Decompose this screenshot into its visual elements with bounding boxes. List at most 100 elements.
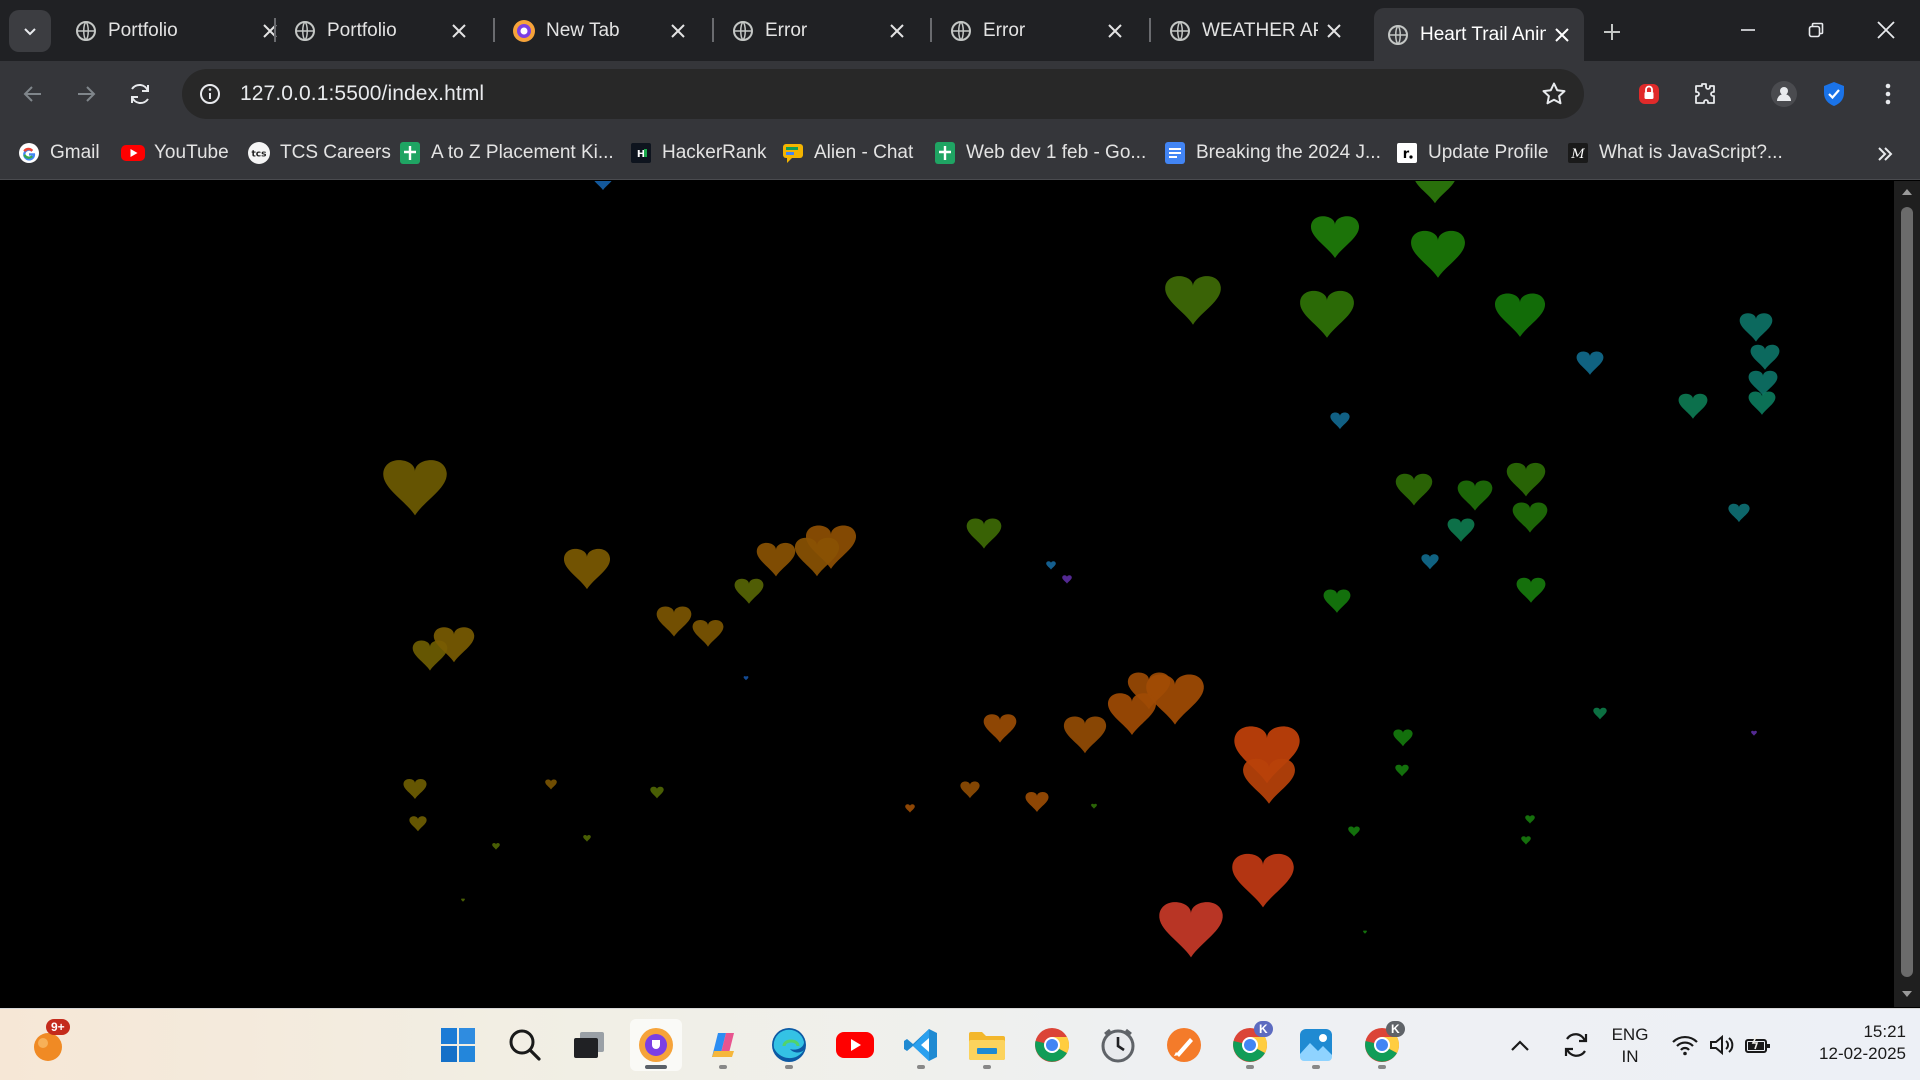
taskbar-chrome-profile-1[interactable]: K [1224,1019,1276,1071]
restore-button[interactable] [1782,0,1850,60]
heart-icon [1506,462,1546,497]
tab-error-1[interactable]: Error [719,8,919,53]
chevron-up-icon [1511,1040,1529,1051]
tab-portfolio-2[interactable]: Portfolio [281,8,481,53]
close-tab-icon[interactable] [881,15,913,47]
clock-tray[interactable]: 15:21 12-02-2025 [1782,1021,1906,1065]
tab-weather-api[interactable]: WEATHER API [1156,8,1356,53]
tab-error-2[interactable]: Error [937,8,1137,53]
running-indicator [1378,1065,1386,1069]
address-bar[interactable]: 127.0.0.1:5500/index.html [182,69,1584,119]
taskbar-chrome-profile-2[interactable]: K [1356,1019,1408,1071]
bookmark-gmail[interactable]: Gmail [17,139,100,167]
sync-tray-button[interactable] [1554,1019,1598,1071]
docs-icon [1163,141,1187,165]
task-view-button[interactable] [563,1019,615,1071]
forward-button[interactable] [64,72,108,116]
language-indicator[interactable]: ENG IN [1602,1024,1658,1068]
bookmark-label: YouTube [154,142,229,163]
close-tab-icon[interactable] [1318,15,1350,47]
extensions-icon[interactable] [1683,72,1727,116]
bookmark-star-icon[interactable] [1534,74,1574,114]
page-scrollbar[interactable] [1894,181,1920,1007]
bookmark-breaking-2024[interactable]: Breaking the 2024 J... [1163,139,1381,167]
taskbar-brave[interactable] [630,1019,682,1071]
heart-icon [1525,815,1535,824]
quick-settings-button[interactable] [1666,1019,1776,1071]
heart-icon [1678,393,1708,419]
running-indicator [1312,1065,1320,1069]
globe-icon [1168,19,1192,43]
bookmark-web-dev[interactable]: Web dev 1 feb - Go... [933,139,1146,167]
heart-icon [1063,716,1107,754]
svg-text:H: H [637,149,645,160]
taskbar-copilot[interactable] [697,1019,749,1071]
tab-search-button[interactable] [9,10,51,52]
google-icon [17,141,41,165]
tab-title: Heart Trail Animation [1420,23,1546,45]
more-menu-icon[interactable] [1866,72,1910,116]
site-info-icon[interactable] [190,74,230,114]
url-text[interactable]: 127.0.0.1:5500/index.html [240,82,484,106]
widgets-button[interactable]: 9+ [22,1019,74,1071]
taskbar-vscode[interactable] [895,1019,947,1071]
heart-icon [1750,344,1780,370]
running-indicator [719,1065,727,1069]
heart-icon [1421,554,1439,570]
heart-icon [1457,480,1493,511]
bookmark-hackerrank[interactable]: H HackerRank [629,139,767,167]
taskbar-clock[interactable] [1092,1019,1144,1071]
task-view-icon [574,1032,604,1058]
search-button[interactable] [499,1019,551,1071]
taskbar-photos[interactable] [1290,1019,1342,1071]
scroll-up-arrow-icon[interactable] [1900,185,1914,199]
show-hidden-icons-button[interactable] [1500,1019,1540,1071]
bookmark-tcs-careers[interactable]: tcs TCS Careers [247,139,391,167]
minimize-button[interactable] [1714,0,1782,60]
sheets-icon [933,141,957,165]
close-window-button[interactable] [1852,0,1920,60]
tab-heart-trail[interactable]: Heart Trail Animation [1374,8,1584,61]
profile-icon[interactable] [1762,72,1806,116]
taskbar-youtube[interactable] [829,1019,881,1071]
taskbar-edge[interactable] [763,1019,815,1071]
taskbar-paint[interactable] [1158,1019,1210,1071]
tcs-icon: tcs [247,141,271,165]
vscode-icon [904,1029,937,1061]
password-manager-icon[interactable] [1627,72,1671,116]
more-bookmarks-icon[interactable] [1870,139,1900,169]
back-button[interactable] [11,72,55,116]
start-button[interactable] [432,1019,484,1071]
taskbar: 9+ K K ENG IN 15:21 12-02-2025 [0,1008,1920,1080]
bookmark-youtube[interactable]: YouTube [121,139,229,167]
heart-icon [1748,391,1776,415]
bitwarden-shield-icon[interactable] [1812,72,1856,116]
heart-trail-canvas[interactable] [0,181,1894,1007]
new-tab-button[interactable] [1592,12,1632,52]
scroll-down-arrow-icon[interactable] [1900,987,1914,1001]
close-tab-icon[interactable] [662,15,694,47]
bookmark-alien-chat[interactable]: Alien - Chat [781,139,913,167]
bookmark-placement-kit[interactable]: A to Z Placement Ki... [398,139,614,167]
taskbar-file-explorer[interactable] [961,1019,1013,1071]
bookmark-update-profile[interactable]: r Update Profile [1395,139,1548,167]
scrollbar-thumb[interactable] [1901,207,1913,977]
heart-icon [1091,803,1097,809]
close-tab-icon[interactable] [443,15,475,47]
bookmark-label: What is JavaScript?... [1599,142,1783,163]
tab-new-tab[interactable]: New Tab [500,8,700,53]
bookmark-what-is-javascript[interactable]: M What is JavaScript?... [1566,139,1783,167]
close-tab-icon[interactable] [1546,19,1578,51]
heart-icon [983,714,1017,743]
paint-icon [1167,1028,1201,1062]
reload-button[interactable] [118,72,162,116]
close-tab-icon[interactable] [1099,15,1131,47]
heart-icon [692,619,724,647]
running-indicator [645,1065,667,1069]
bookmark-label: TCS Careers [280,142,391,163]
tab-portfolio-1[interactable]: Portfolio [62,8,292,53]
heart-icon [1025,791,1049,812]
taskbar-chrome[interactable] [1026,1019,1078,1071]
globe-icon [731,19,755,43]
tab-strip: Portfolio Portfolio New Tab Error Error [0,0,1920,61]
